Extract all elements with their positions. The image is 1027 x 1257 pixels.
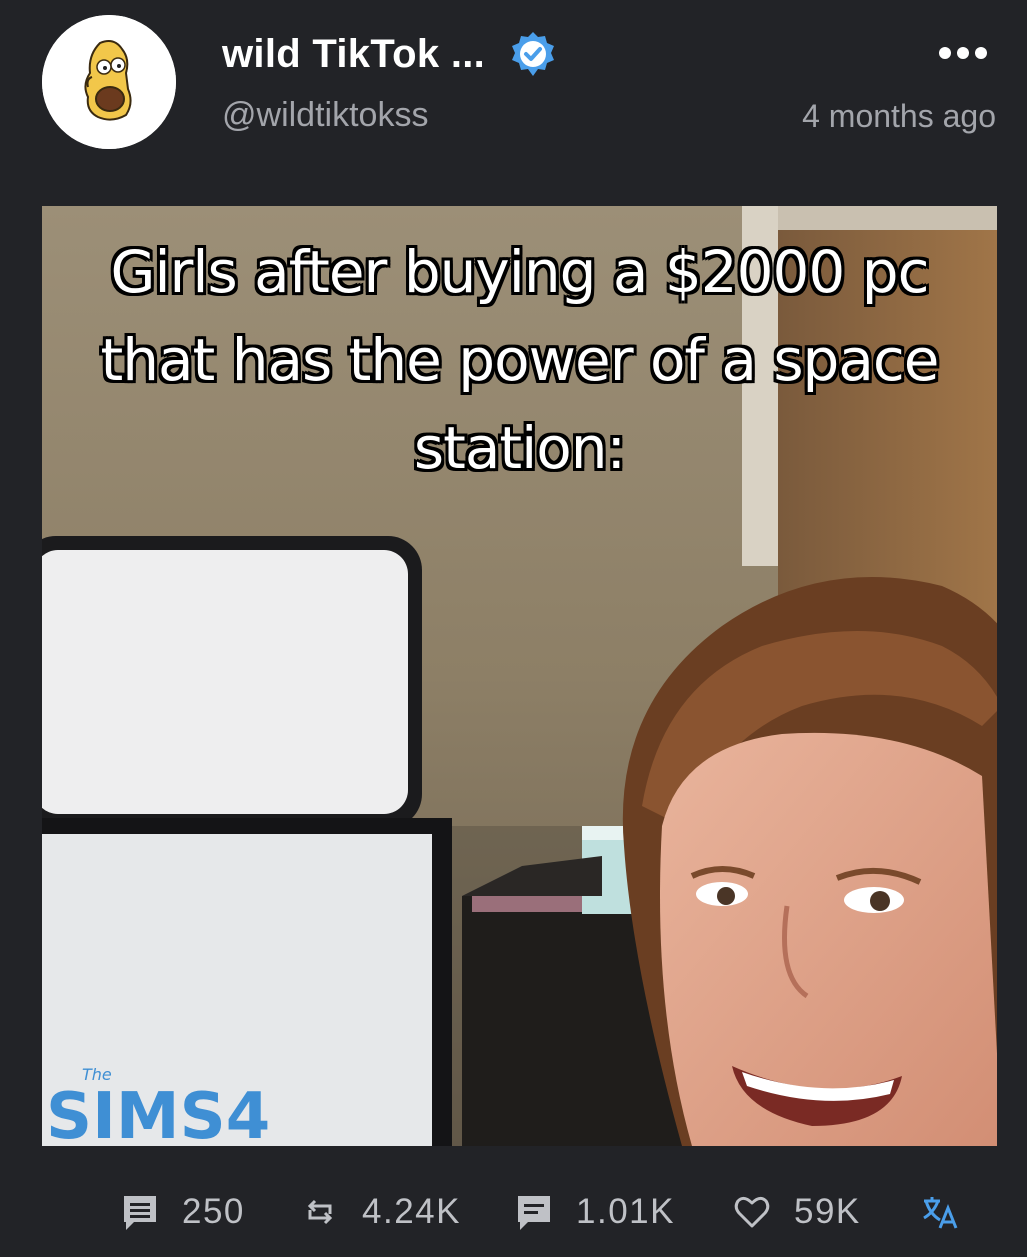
comment-icon <box>124 1196 156 1230</box>
quote-count: 1.01K <box>576 1192 675 1231</box>
quote-button[interactable]: 1.01K <box>514 1180 675 1244</box>
translate-button[interactable] <box>920 1180 960 1244</box>
heart-icon <box>734 1196 770 1228</box>
avatar[interactable] <box>42 15 176 149</box>
media-caption: Girls after buying a $2000 pc that has t… <box>100 238 940 482</box>
more-options-icon[interactable] <box>937 38 989 68</box>
repost-count: 4.24K <box>362 1192 461 1231</box>
quote-icon <box>518 1196 550 1230</box>
comment-count: 250 <box>182 1192 245 1231</box>
repost-icon <box>307 1199 333 1225</box>
verified-badge-icon <box>512 32 555 76</box>
post-header: wild TikTok ... @wildtiktokss 4 months a… <box>0 0 1027 190</box>
post-timestamp[interactable]: 4 months ago <box>802 98 996 135</box>
avatar-image <box>42 15 176 149</box>
action-bar: 250 4.24K 1.01K 59K <box>0 1180 1027 1244</box>
like-button[interactable]: 59K <box>732 1180 861 1244</box>
translate-icon <box>923 1197 958 1229</box>
repost-button[interactable]: 4.24K <box>300 1180 461 1244</box>
author-handle[interactable]: @wildtiktokss <box>222 96 428 135</box>
author-display-name[interactable]: wild TikTok ... <box>222 32 485 77</box>
post-media-image[interactable]: SIMS4 The Girls after buying a $2000 pc … <box>42 206 997 1146</box>
sims-logo-small: The <box>82 1065 112 1084</box>
author-name-row[interactable]: wild TikTok ... <box>222 30 557 78</box>
comment-button[interactable]: 250 <box>120 1180 245 1244</box>
sims-logo-text: SIMS4 <box>46 1080 270 1146</box>
like-count: 59K <box>794 1192 861 1231</box>
